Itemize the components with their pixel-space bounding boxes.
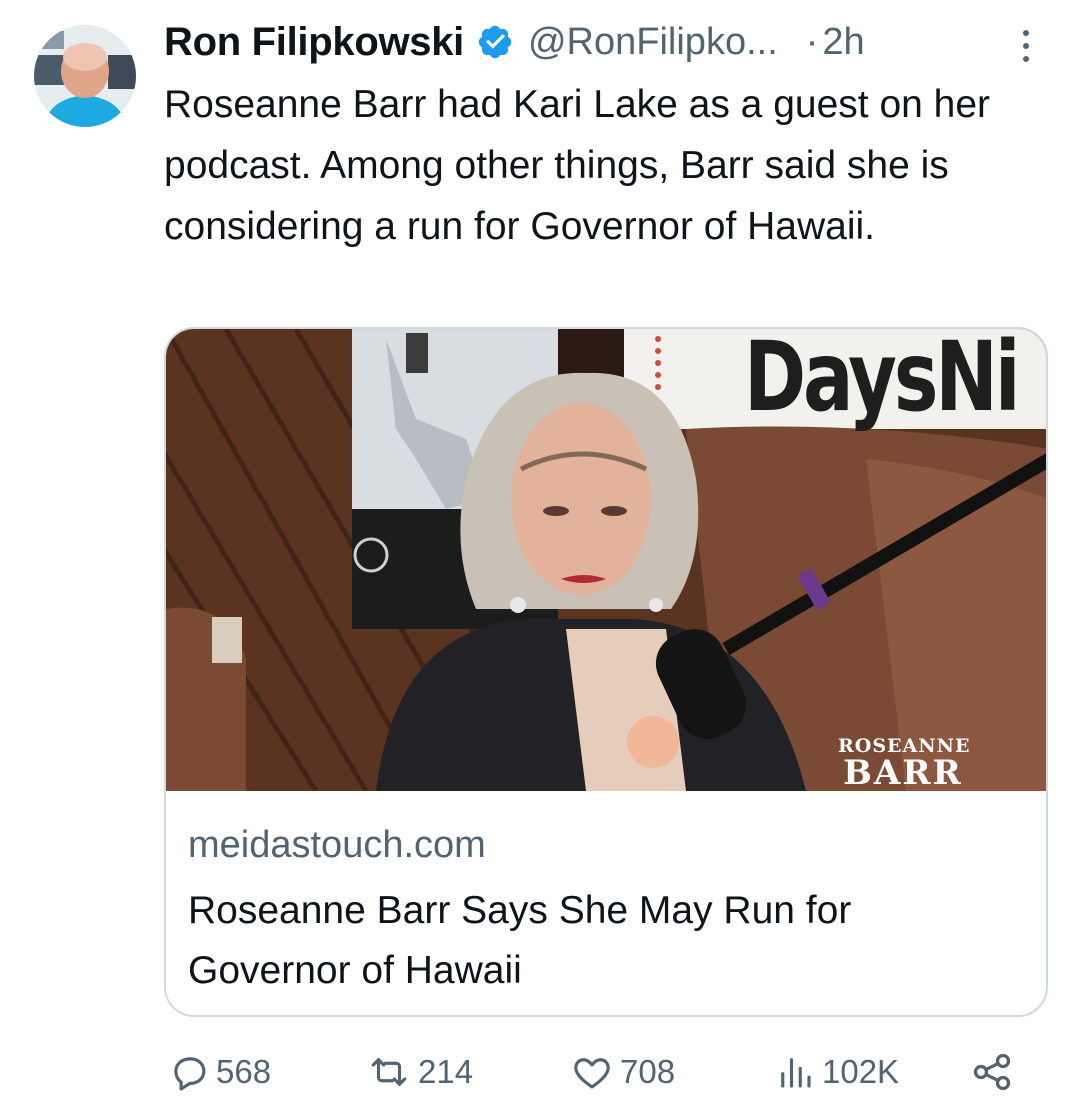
watermark-bottom: BARR [843, 753, 963, 791]
link-card-title: Roseanne Barr Says She May Run for Gover… [188, 889, 852, 992]
tweet-text: Roseanne Barr had Kari Lake as a guest o… [164, 83, 991, 248]
link-card-image[interactable]: DaysNi ROSEANNE BARR [166, 329, 1046, 791]
tweet-timestamp[interactable]: 2h [822, 21, 864, 64]
views-button[interactable]: 102K [774, 1044, 899, 1100]
verified-badge-icon [476, 23, 514, 61]
author-display-name[interactable]: Ron Filipkowski [164, 20, 464, 65]
repost-button[interactable]: 214 [366, 1044, 473, 1100]
share-button[interactable] [970, 1044, 1014, 1100]
link-card[interactable]: DaysNi ROSEANNE BARR meidastouch.com Ros… [164, 327, 1048, 1017]
reply-count: 568 [216, 1053, 272, 1090]
tweet-header: Ron Filipkowski @RonFilipko... · 2h [164, 16, 865, 68]
repost-count: 214 [418, 1053, 474, 1090]
like-button[interactable]: 708 [570, 1044, 675, 1100]
tweet-action-bar: 568 214 708 102K [164, 1044, 1024, 1100]
views-count: 102K [822, 1053, 900, 1090]
views-chart-icon [774, 1051, 816, 1093]
header-separator: · [805, 20, 819, 63]
reply-button[interactable]: 568 [168, 1044, 271, 1100]
heart-icon [570, 1051, 614, 1093]
share-icon [970, 1050, 1014, 1094]
repost-icon [366, 1051, 412, 1093]
reply-icon [168, 1051, 210, 1093]
like-count: 708 [620, 1053, 676, 1090]
avatar-image [34, 25, 136, 127]
card-image-watermark: ROSEANNE BARR [838, 737, 970, 791]
more-vertical-icon[interactable] [1012, 26, 1040, 66]
link-card-domain: meidastouch.com [188, 824, 486, 866]
tweet[interactable]: Ron Filipkowski @RonFilipko... · 2h Rose… [0, 0, 1080, 1114]
link-card-body[interactable]: meidastouch.com Roseanne Barr Says She M… [166, 791, 1046, 1001]
author-handle[interactable]: @RonFilipko... [528, 21, 778, 64]
avatar[interactable] [34, 25, 136, 127]
card-image-sign-text: DaysNi [744, 329, 1021, 433]
